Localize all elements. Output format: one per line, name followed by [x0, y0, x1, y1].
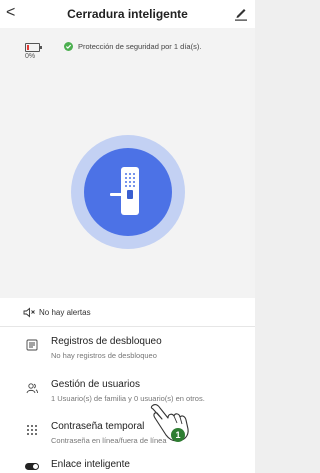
top-bar: < Cerradura inteligente — [0, 0, 255, 28]
features-panel: No hay alertas Registros de desbloqueo N… — [0, 298, 255, 473]
menu-item-label: Registros de desbloqueo — [51, 336, 162, 347]
alert-row[interactable]: No hay alertas — [0, 298, 255, 326]
lock-button-inner — [84, 148, 172, 236]
lock-button[interactable] — [71, 135, 185, 249]
step-badge: 1 — [171, 428, 185, 442]
lock-status-area: 0% Protección de seguridad por 1 día(s). — [0, 28, 255, 298]
battery-icon — [25, 43, 42, 52]
speaker-mute-icon — [23, 307, 35, 318]
smart-link-toggle[interactable] — [25, 463, 39, 470]
door-lock-icon — [110, 167, 139, 215]
edit-icon[interactable] — [235, 5, 247, 21]
menu-item-label: Contraseña temporal — [51, 421, 145, 432]
page-title: Cerradura inteligente — [67, 7, 188, 21]
back-button[interactable]: < — [6, 3, 15, 23]
keypad-icon — [27, 425, 37, 435]
menu-item-user-management[interactable]: Gestión de usuarios 1 Usuario(s) de fami… — [0, 374, 255, 412]
menu-item-temporary-password[interactable]: Contraseña temporal Contraseña en línea/… — [0, 416, 255, 454]
battery-percent: 0% — [25, 53, 36, 60]
menu-item-subtitle: No hay registros de desbloqueo — [51, 351, 157, 360]
users-icon — [26, 383, 38, 394]
divider — [0, 326, 255, 327]
security-text: Protección de seguridad por 1 día(s). — [78, 42, 202, 51]
menu-item-label: Gestión de usuarios — [51, 379, 140, 390]
smart-link-label: Enlace inteligente — [51, 459, 130, 470]
shield-check-icon — [64, 42, 73, 51]
document-list-icon — [26, 339, 38, 351]
security-status: Protección de seguridad por 1 día(s). — [64, 42, 201, 51]
menu-item-unlock-records[interactable]: Registros de desbloqueo No hay registros… — [0, 331, 255, 369]
alert-text: No hay alertas — [39, 308, 91, 317]
